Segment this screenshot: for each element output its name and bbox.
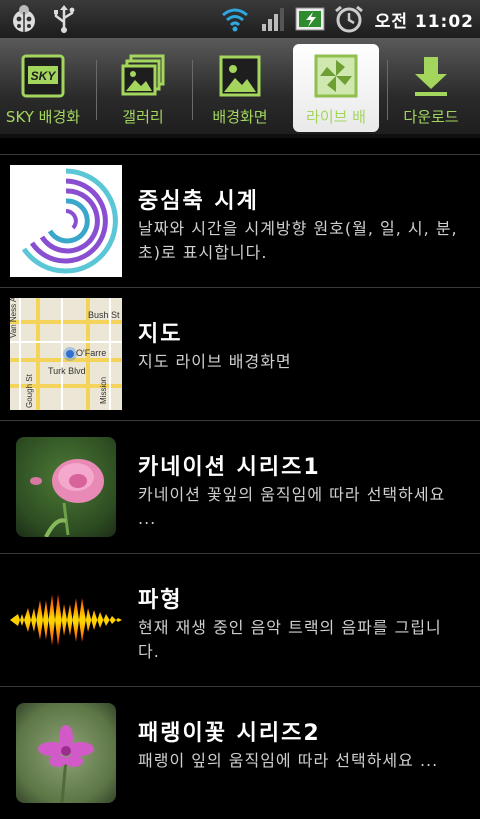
tab-label: 라이브 배 [306,108,366,126]
pinwheel-icon [314,54,358,98]
tab-gallery[interactable]: 갤러리 [100,44,186,132]
map-label: Gough St [25,373,34,408]
tab-divider [192,60,193,120]
map-label: Bush St [88,310,120,320]
wifi-icon [219,3,251,35]
tab-label: 다운로드 [403,108,459,126]
tab-sky-wallpaper[interactable]: SKY SKY 배경화 [0,44,86,132]
status-bar: 오전 11:02 [0,0,480,38]
tab-divider [96,60,97,120]
carnation-thumbnail [16,437,116,537]
download-icon [409,54,453,98]
list-item-map[interactable]: Van Ness Ave Bush St O'Farre Turk Blvd G… [0,288,480,420]
wallpaper-icon [218,54,262,98]
list-item-axis-clock[interactable]: 중심축 시계 날짜와 시간을 시계방향 원호(월, 일, 시, 분, 초)로 표… [0,155,480,287]
item-description: 지도 라이브 배경화면 [138,352,292,371]
waveform-thumbnail [10,564,122,676]
item-description: 현재 재생 중인 음악 트랙의 음파를 그립니다. [138,618,442,661]
axis-clock-thumbnail [10,165,122,277]
item-description: 패랭이 잎의 움직임에 따라 선택하세요 ... [138,751,439,770]
item-description: 날짜와 시간을 시계방향 원호(월, 일, 시, 분, 초)로 표시합니다. [138,219,458,262]
map-label: Van Ness Ave [10,298,18,338]
sky-logo-icon: SKY [21,54,65,98]
alarm-clock-icon [333,3,365,35]
signal-icon [257,3,289,35]
list-item-carnation[interactable]: 카네이션 시리즈1 카네이션 꽃잎의 움직임에 따라 선택하세요 ... [0,421,480,553]
dianthus-thumbnail [16,703,116,803]
map-label: O'Farre [76,348,106,358]
item-title: 파형 [138,588,183,613]
tab-label: 갤러리 [122,108,164,126]
status-clock: 오전 11:02 [374,11,474,32]
list-item-waveform[interactable]: 파형 현재 재생 중인 음악 트랙의 음파를 그립니다. [0,554,480,686]
item-title: 패랭이꽃 시리즈2 [138,721,321,746]
map-thumbnail: Van Ness Ave Bush St O'Farre Turk Blvd G… [10,298,122,410]
item-title: 중심축 시계 [138,189,259,214]
item-description: 카네이션 꽃잎의 움직임에 따라 선택하세요 ... [138,485,446,528]
map-label: Mission [99,377,108,404]
live-wallpaper-list: 중심축 시계 날짜와 시간을 시계방향 원호(월, 일, 시, 분, 초)로 표… [0,154,480,819]
tab-label: 배경화면 [212,108,268,126]
item-title: 카네이션 시리즈1 [138,455,321,480]
gallery-icon [121,54,165,98]
tab-bar-shadow [0,134,480,138]
tab-download[interactable]: 다운로드 [388,44,474,132]
battery-charging-icon [295,3,327,35]
ladybug-icon [8,3,40,35]
tab-label: SKY 배경화 [5,108,81,126]
svg-text:SKY: SKY [31,69,57,83]
tab-live-wallpaper[interactable]: 라이브 배 [293,44,379,132]
tab-bar: SKY SKY 배경화 갤러리 배경화면 라이브 배 다운로드 [0,38,480,134]
list-item-dianthus[interactable]: 패랭이꽃 시리즈2 패랭이 잎의 움직임에 따라 선택하세요 ... [0,687,480,819]
map-label: Turk Blvd [48,366,86,376]
item-title: 지도 [138,322,183,347]
tab-wallpaper[interactable]: 배경화면 [197,44,283,132]
usb-icon [48,3,80,35]
